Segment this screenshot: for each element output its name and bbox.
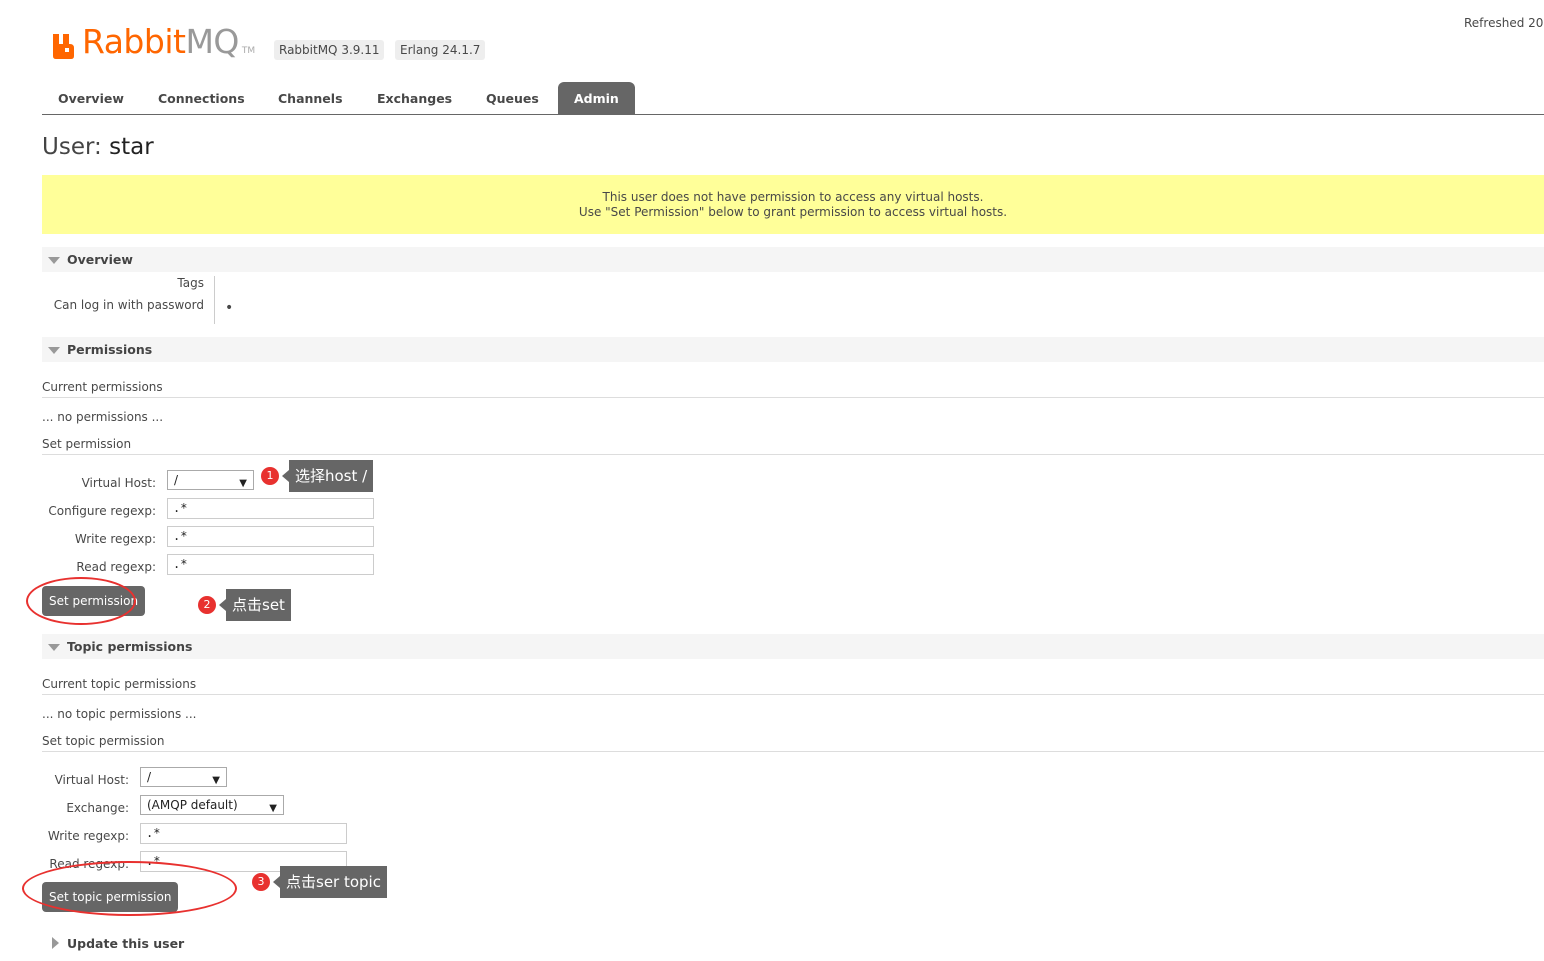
dropdown-arrow-icon: ▼ [269, 803, 277, 814]
tab-overview[interactable]: Overview [42, 82, 140, 114]
set-topic-permission-heading: Set topic permission [42, 734, 165, 748]
write-regexp-input[interactable]: .* [167, 526, 374, 547]
topic-permissions-section-toggle[interactable]: Topic permissions [42, 634, 1544, 659]
update-user-section-toggle[interactable]: Update this user [42, 931, 1544, 956]
divider [42, 454, 1544, 455]
no-permissions-text: ... no permissions ... [42, 410, 164, 424]
divider [42, 751, 1544, 752]
tags-label: Tags [177, 276, 204, 290]
main-tabs: Overview Connections Channels Exchanges … [42, 82, 1544, 115]
topic-vhost-select[interactable]: / ▼ [140, 767, 227, 787]
topic-vhost-label: Virtual Host: [54, 773, 129, 787]
logo-text: RabbitMQ [82, 22, 239, 61]
vhost-select[interactable]: / ▼ [167, 470, 254, 490]
overview-section-toggle[interactable]: Overview [42, 247, 1544, 272]
overview-divider [214, 276, 215, 324]
step-3-callout: 点击ser topic [273, 866, 387, 898]
permissions-section-heading: Permissions [67, 342, 153, 357]
logo-trademark: TM [241, 46, 256, 56]
exchange-select[interactable]: (AMQP default) ▼ [140, 795, 284, 815]
permissions-section-toggle[interactable]: Permissions [42, 337, 1544, 362]
tab-queues[interactable]: Queues [470, 82, 555, 114]
current-topic-permissions-heading: Current topic permissions [42, 677, 197, 691]
collapse-triangle-icon [48, 644, 60, 651]
topic-permissions-section-heading: Topic permissions [67, 639, 193, 654]
warning-line-2: Use "Set Permission" below to grant perm… [578, 205, 1008, 219]
divider [42, 694, 1544, 695]
login-label: Can log in with password [53, 298, 204, 312]
configure-regexp-label: Configure regexp: [48, 504, 156, 518]
read-regexp-input[interactable]: .* [167, 554, 374, 575]
no-permission-warning: This user does not have permission to ac… [42, 175, 1544, 234]
current-permissions-heading: Current permissions [42, 380, 163, 394]
rabbitmq-logo[interactable]: RabbitMQ TM [52, 22, 255, 60]
rabbitmq-version-badge: RabbitMQ 3.9.11 [274, 40, 385, 60]
step-1-callout: 选择host / [281, 460, 374, 492]
update-user-section-heading: Update this user [67, 936, 185, 951]
exchange-label: Exchange: [66, 801, 129, 815]
topic-write-regexp-input[interactable]: .* [140, 823, 347, 844]
step-2-callout: 点击set [219, 589, 291, 621]
highlight-ellipse [26, 577, 136, 625]
warning-line-1: This user does not have permission to ac… [602, 190, 984, 204]
overview-section-heading: Overview [67, 252, 133, 267]
highlight-ellipse [22, 861, 237, 916]
step-3-marker: 3 [252, 873, 270, 891]
no-topic-permissions-text: ... no topic permissions ... [42, 707, 197, 721]
divider [42, 397, 1544, 398]
configure-regexp-input[interactable]: .* [167, 498, 374, 519]
tab-admin[interactable]: Admin [558, 82, 635, 114]
erlang-version-badge: Erlang 24.1.7 [395, 40, 486, 60]
step-1-marker: 1 [261, 467, 279, 485]
set-permission-heading: Set permission [42, 437, 132, 451]
dropdown-arrow-icon: ▼ [212, 775, 220, 786]
write-regexp-label: Write regexp: [74, 532, 156, 546]
tab-exchanges[interactable]: Exchanges [361, 82, 468, 114]
collapse-triangle-icon [48, 257, 60, 264]
dropdown-arrow-icon: ▼ [239, 478, 247, 489]
tab-channels[interactable]: Channels [262, 82, 359, 114]
username: star [109, 134, 154, 160]
vhost-label: Virtual Host: [81, 476, 156, 490]
refreshed-status: Refreshed 20 [1464, 16, 1544, 30]
expand-triangle-icon [52, 937, 59, 949]
read-regexp-label: Read regexp: [76, 560, 156, 574]
login-value: • [225, 300, 234, 316]
page-title: User: star [42, 134, 154, 160]
rabbit-logo-icon [52, 33, 79, 60]
collapse-triangle-icon [48, 347, 60, 354]
topic-write-regexp-label: Write regexp: [47, 829, 129, 843]
step-2-marker: 2 [198, 596, 216, 614]
tab-connections[interactable]: Connections [142, 82, 261, 114]
